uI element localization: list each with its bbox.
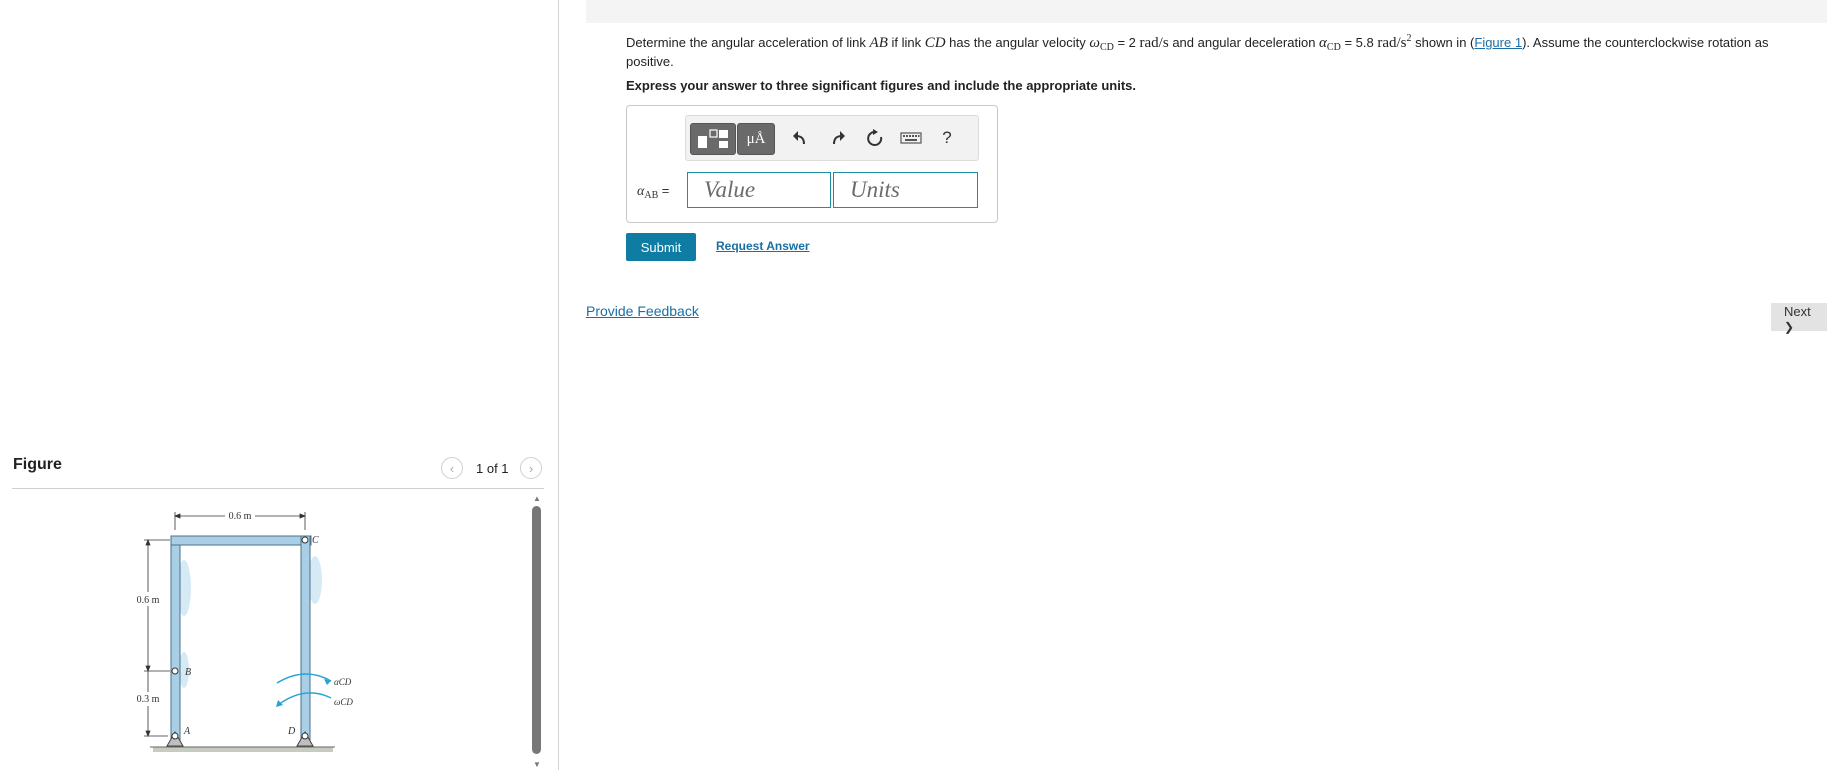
question-text-segment: and angular deceleration bbox=[1168, 35, 1320, 50]
math-symbol: α bbox=[1319, 35, 1327, 51]
figure-scrollbar[interactable] bbox=[532, 506, 541, 754]
answer-box: μÅ ? αAB = Value Units bbox=[626, 105, 998, 223]
question-text: Determine the angular acceleration of li… bbox=[626, 33, 1816, 70]
units-input[interactable] bbox=[833, 172, 978, 208]
support-d bbox=[296, 730, 314, 747]
figure-divider bbox=[12, 488, 544, 489]
math-unit: rad/s bbox=[1139, 35, 1169, 51]
units-button[interactable]: μÅ bbox=[737, 123, 775, 155]
next-button-label: Next bbox=[1784, 304, 1811, 319]
support-a bbox=[166, 730, 184, 747]
link-shading bbox=[177, 556, 322, 688]
chevron-right-icon: ❯ bbox=[1784, 320, 1795, 334]
help-icon: ? bbox=[942, 128, 952, 147]
math-alpha-cd: αCD bbox=[1319, 35, 1341, 53]
math-unit-base: rad/s bbox=[1377, 35, 1407, 51]
question-text-segment: = 5.8 bbox=[1340, 35, 1378, 50]
question-text-segment: = 2 bbox=[1113, 35, 1140, 50]
answer-instruction: Express your answer to three significant… bbox=[626, 78, 1136, 93]
math-unit: rad/s2 bbox=[1377, 33, 1412, 51]
math-toolbar: μÅ ? bbox=[685, 115, 979, 161]
pin-b bbox=[171, 667, 179, 675]
question-text-segment: has the angular velocity bbox=[945, 35, 1090, 50]
template-icon bbox=[698, 129, 728, 148]
template-button[interactable] bbox=[690, 123, 736, 155]
scroll-up-icon[interactable]: ▲ bbox=[533, 494, 541, 503]
dimension-width-label: 0.6 m bbox=[229, 511, 252, 522]
link-ab bbox=[170, 535, 181, 741]
omega-cd-label: ωCD bbox=[334, 697, 353, 707]
question-text-segment: Determine the angular acceleration of li… bbox=[626, 35, 870, 50]
alpha-cd-label: αCD bbox=[334, 677, 352, 687]
math-symbol: ω bbox=[1089, 35, 1100, 51]
figure-counter: 1 of 1 bbox=[476, 461, 509, 476]
pin-c bbox=[301, 536, 309, 544]
figure-link[interactable]: Figure 1 bbox=[1474, 35, 1522, 50]
figure-heading: Figure bbox=[13, 456, 62, 473]
point-c-label: C bbox=[312, 535, 319, 546]
math-subscript: CD bbox=[1099, 42, 1114, 53]
dimension-lower-height-label: 0.3 m bbox=[137, 694, 160, 705]
submit-button[interactable]: Submit bbox=[626, 233, 696, 261]
redo-button[interactable] bbox=[823, 123, 853, 153]
units-icon: μÅ bbox=[746, 130, 766, 147]
scroll-down-icon[interactable]: ▼ bbox=[533, 760, 541, 769]
answer-label-equals: = bbox=[661, 183, 670, 198]
answer-label: αAB = bbox=[637, 183, 670, 201]
undo-icon bbox=[793, 131, 805, 145]
link-cd bbox=[300, 535, 311, 741]
point-b-label: B bbox=[185, 667, 191, 678]
request-answer-link[interactable]: Request Answer bbox=[716, 239, 810, 253]
previous-figure-button[interactable]: ‹ bbox=[441, 457, 463, 479]
chevron-right-icon: › bbox=[528, 460, 534, 476]
question-text-segment: shown in ( bbox=[1411, 35, 1475, 50]
provide-feedback-link[interactable]: Provide Feedback bbox=[586, 303, 699, 319]
omega-cd-arrowhead bbox=[276, 700, 283, 707]
point-a-label: A bbox=[183, 726, 191, 737]
keyboard-icon bbox=[900, 132, 922, 144]
next-figure-button[interactable]: › bbox=[520, 457, 542, 479]
math-omega-cd: ωCD bbox=[1089, 35, 1114, 53]
math-link-cd: CD bbox=[924, 35, 946, 51]
reset-button[interactable] bbox=[860, 123, 890, 153]
redo-icon bbox=[833, 131, 845, 145]
help-button[interactable]: ? bbox=[932, 123, 962, 153]
part-header-strip bbox=[586, 0, 1827, 23]
dimension-height bbox=[144, 538, 170, 738]
value-input[interactable] bbox=[687, 172, 831, 208]
chevron-left-icon: ‹ bbox=[449, 460, 455, 476]
dimension-upper-height-label: 0.6 m bbox=[137, 595, 160, 606]
keyboard-button[interactable] bbox=[896, 123, 926, 153]
answer-label-subscript: AB bbox=[644, 190, 659, 201]
next-button[interactable]: Next ❯ bbox=[1771, 303, 1827, 334]
point-d-label: D bbox=[287, 726, 296, 737]
ground-base bbox=[153, 747, 333, 752]
mechanism-figure: 0.6 m 0.6 m 0.3 m B C A D αCD ωCD bbox=[137, 511, 353, 752]
math-link-ab: AB bbox=[869, 35, 888, 51]
reset-icon bbox=[867, 129, 883, 146]
undo-button[interactable] bbox=[785, 123, 815, 153]
link-bc bbox=[170, 535, 312, 546]
math-subscript: CD bbox=[1326, 42, 1341, 53]
math-superscript: 2 bbox=[1406, 33, 1412, 44]
pane-divider[interactable] bbox=[558, 0, 559, 770]
question-text-segment: if link bbox=[887, 35, 925, 50]
